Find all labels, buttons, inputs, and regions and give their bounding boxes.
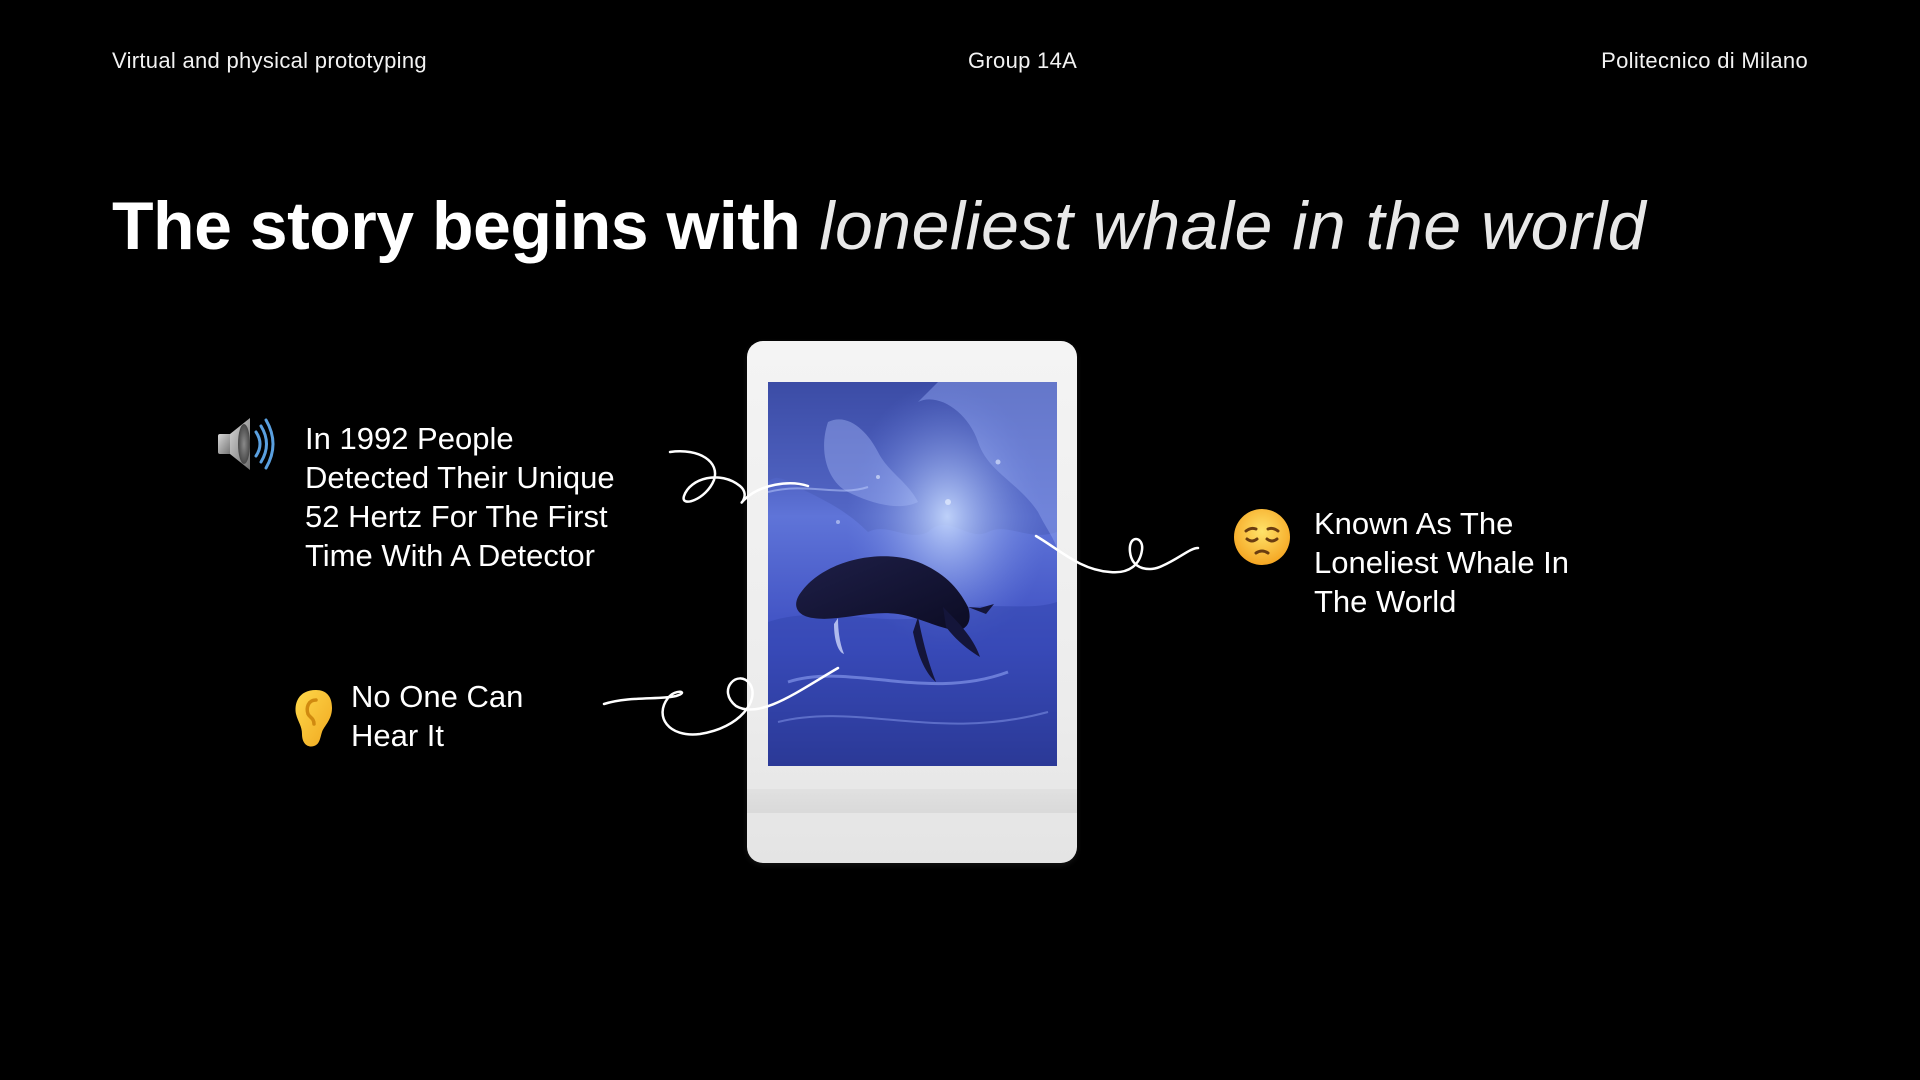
callout-detection: In 1992 People Detected Their Unique 52 … [305,419,675,575]
callout-line: The World [1314,584,1457,619]
university-name: Politecnico di Milano [1601,48,1808,73]
slide-title: The story begins with loneliest whale in… [112,186,1646,266]
pensive-face-icon [1230,505,1294,569]
polaroid-bottom-strip [747,789,1077,813]
callout-line: Detected Their Unique [305,460,615,495]
callout-no-one-hears: No One Can Hear It [351,677,591,755]
callout-line: Known As The [1314,506,1514,541]
course-name: Virtual and physical prototyping [112,48,427,73]
ear-icon [282,686,346,750]
polaroid-frame [747,341,1077,863]
group-name: Group 14A [968,48,1078,73]
callout-loneliest: Known As The Loneliest Whale In The Worl… [1314,504,1644,621]
title-light: loneliest whale in the world [819,188,1647,264]
speaker-icon [214,410,278,474]
callout-line: No One Can [351,679,524,714]
callout-line: 52 Hertz For The First [305,499,608,534]
callout-line: In 1992 People [305,421,514,456]
callout-line: Hear It [351,718,445,753]
whale-photo [768,382,1057,766]
title-bold: The story begins with [112,188,801,264]
callout-line: Loneliest Whale In [1314,545,1570,580]
callout-line: Time With A Detector [305,538,595,573]
slide: Virtual and physical prototyping Group 1… [0,0,1920,1080]
